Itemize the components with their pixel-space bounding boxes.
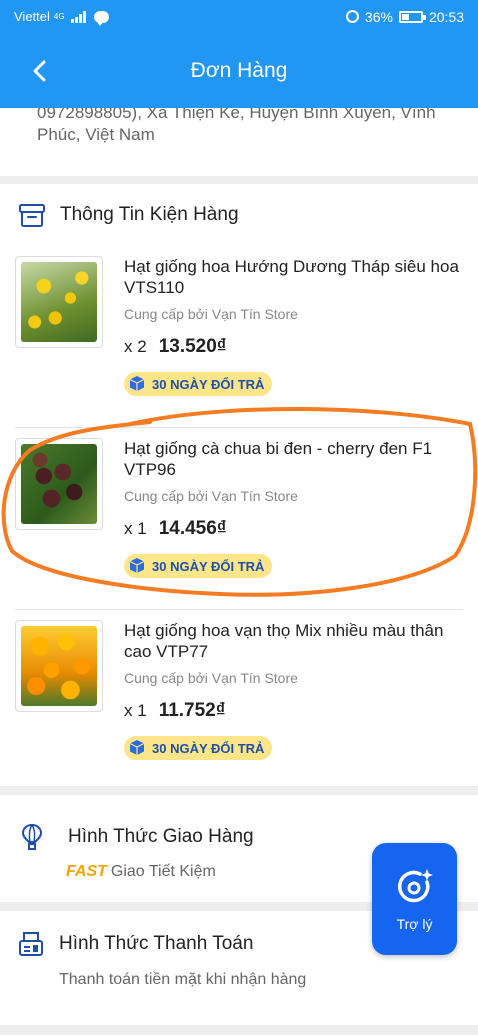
product-qty: x 2 [124,337,147,356]
product-qty: x 1 [124,701,147,720]
product-qty: x 1 [124,519,147,538]
product-info: Hạt giống hoa Hướng Dương Tháp siêu hoa … [124,256,463,427]
return-policy-badge: 30 NGÀY ĐỔI TRẢ [124,736,273,760]
product-item[interactable]: Hạt giống cà chua bi đen - cherry đen F1… [15,428,463,610]
package-info-card: Thông Tin Kiện Hàng Hạt giống hoa Hướng … [0,184,478,786]
return-box-icon [128,557,146,575]
product-price: 14.456₫ [158,518,227,539]
product-info: Hạt giống hoa vạn thọ Mix nhiều màu thân… [124,620,463,786]
assistant-button[interactable]: Trợ lý [372,843,457,955]
package-box-icon [18,202,46,228]
product-price: 13.520₫ [158,336,227,357]
product-price: 11.752₫ [158,700,226,721]
payment-method: Thanh toán tiền mặt khi nhận hàng [59,971,307,988]
package-section-title: Thông Tin Kiện Hàng [60,204,239,225]
status-right: 36% 20:53 [345,8,464,25]
product-name: Hạt giống hoa Hướng Dương Tháp siêu hoa … [124,257,459,297]
status-bar: Viettel 4G 36% 20:53 [0,0,478,33]
page-title: Đơn Hàng [190,58,288,82]
alarm-icon [345,10,359,23]
product-name: Hạt giống hoa vạn thọ Mix nhiều màu thân… [124,621,444,661]
marigold-image [21,626,97,706]
signal-icon [70,10,86,23]
network-type: 4G [53,12,65,21]
battery-percent: 36% [364,8,393,25]
balloon-icon [20,823,44,851]
product-info: Hạt giống cà chua bi đen - cherry đen F1… [124,438,463,609]
address-card: 0972898805), Xã Thiện Kế, Huyện Bình Xuy… [0,108,478,176]
address-text: 0972898805), Xã Thiện Kế, Huyện Bình Xuy… [37,108,436,144]
return-box-icon [128,739,146,757]
battery-icon [398,10,426,23]
back-arrow-icon[interactable] [28,58,50,84]
return-badge-label: 30 NGÀY ĐỔI TRẢ [152,376,265,392]
message-icon [93,10,109,26]
product-seller: Cung cấp bởi Vạn Tín Store [124,488,298,504]
product-image [15,620,103,712]
product-seller: Cung cấp bởi Vạn Tín Store [124,670,298,686]
product-name: Hạt giống cà chua bi đen - cherry đen F1… [124,439,433,479]
sunflower-image [21,262,97,342]
product-item[interactable]: Hạt giống hoa Hướng Dương Tháp siêu hoa … [15,246,463,428]
price-row: x 2 13.520₫ [124,336,463,358]
carrier-name: Viettel [14,9,50,24]
assistant-label: Trợ lý [396,916,433,932]
product-image [15,256,103,348]
app-header: Đơn Hàng [0,33,478,108]
product-seller: Cung cấp bởi Vạn Tín Store [124,306,298,322]
product-image [15,438,103,530]
price-row: x 1 11.752₫ [124,700,463,722]
return-badge-label: 30 NGÀY ĐỔI TRẢ [152,740,265,756]
fast-tag: FAST [66,863,107,880]
tomato-image [21,444,97,524]
shipping-method-label: Giao Tiết Kiệm [110,863,216,880]
shipping-title: Hình Thức Giao Hàng [68,826,254,847]
return-policy-badge: 30 NGÀY ĐỔI TRẢ [124,372,273,396]
product-item[interactable]: Hạt giống hoa vạn thọ Mix nhiều màu thân… [15,610,463,786]
status-left: Viettel 4G [14,9,109,26]
payment-title: Hình Thức Thanh Toán [59,933,254,954]
assistant-sparkle-icon [397,869,433,903]
package-section-header: Thông Tin Kiện Hàng [15,184,463,246]
return-badge-label: 30 NGÀY ĐỔI TRẢ [152,558,265,574]
price-row: x 1 14.456₫ [124,518,463,540]
clock: 20:53 [428,8,464,25]
payment-terminal-icon [18,931,44,957]
return-policy-badge: 30 NGÀY ĐỔI TRẢ [124,554,273,578]
return-box-icon [128,375,146,393]
